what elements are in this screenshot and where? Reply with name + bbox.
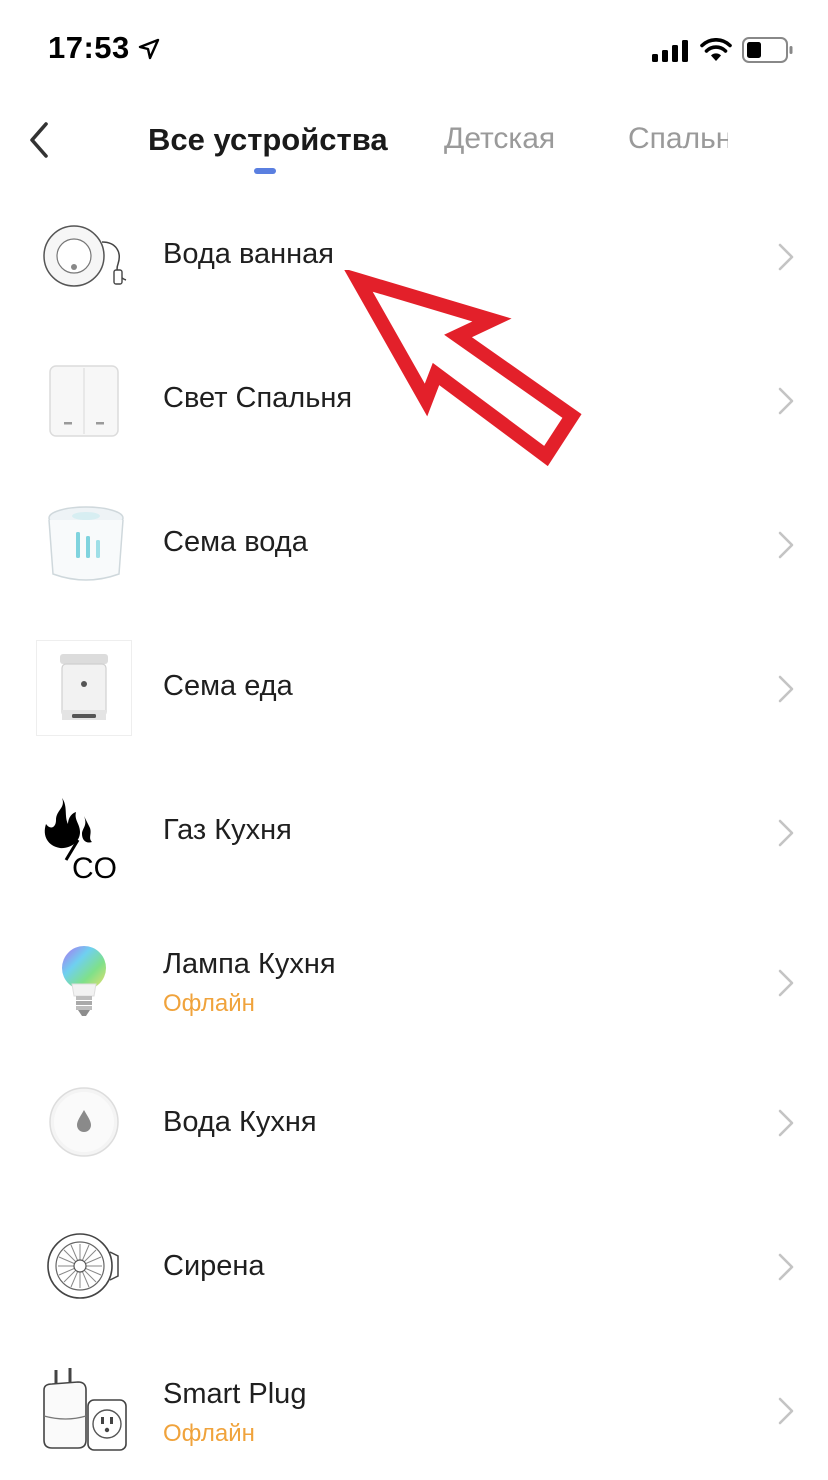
device-name: Вода ванная: [163, 238, 335, 270]
tab-all-devices[interactable]: Все устройства: [148, 122, 388, 158]
battery-icon: [742, 37, 793, 63]
list-item[interactable]: Сирена: [0, 1194, 828, 1354]
nav-bar: Все устройства Детская Спальн: [0, 100, 828, 180]
pet-water-fountain-icon: [48, 506, 124, 581]
chevron-right-icon: [778, 675, 794, 703]
chevron-right-icon: [778, 1397, 794, 1425]
list-item[interactable]: CO Газ Кухня: [0, 762, 828, 906]
status-time: 17:53: [48, 30, 130, 65]
device-name: Газ Кухня: [163, 814, 292, 846]
pet-feeder-icon: [36, 640, 132, 736]
cellular-signal-icon: [652, 40, 688, 62]
location-arrow-icon: [138, 38, 160, 60]
device-status-offline: Офлайн: [163, 990, 255, 1017]
list-item[interactable]: Smart Plug Офлайн: [0, 1338, 828, 1480]
list-item[interactable]: Лампа Кухня Офлайн: [0, 906, 828, 1070]
chevron-right-icon: [778, 1253, 794, 1281]
water-drop-sensor-icon: [49, 1087, 119, 1157]
device-name: Вода Кухня: [163, 1106, 317, 1138]
device-name: Сирена: [163, 1250, 265, 1282]
smart-plug-icon: [43, 1368, 127, 1451]
chevron-right-icon: [778, 1109, 794, 1137]
chevron-right-icon: [778, 387, 794, 415]
siren-icon: [47, 1233, 119, 1299]
status-bar: 17:53: [0, 0, 828, 100]
chevron-right-icon: [778, 243, 794, 271]
device-status-offline: Офлайн: [163, 1420, 255, 1447]
tab-kids-room[interactable]: Детская: [444, 122, 555, 156]
wall-switch-icon: [49, 365, 119, 437]
device-name: Сема еда: [163, 670, 293, 702]
active-tab-indicator: [254, 168, 276, 174]
chevron-right-icon: [778, 819, 794, 847]
annotation-arrow-icon: [344, 270, 582, 467]
water-leak-sensor-icon: [43, 225, 127, 287]
tab-bedroom[interactable]: Спальн: [628, 122, 728, 156]
list-item[interactable]: Вода Кухня: [0, 1050, 828, 1210]
back-chevron-icon[interactable]: [22, 118, 58, 162]
chevron-right-icon: [778, 969, 794, 997]
rgb-bulb-icon: [62, 946, 106, 1016]
room-tabs: Все устройства Детская Спальн: [146, 100, 728, 180]
device-name: Лампа Кухня: [163, 948, 336, 980]
list-item[interactable]: Сема еда: [0, 618, 828, 762]
device-name: Smart Plug: [163, 1378, 307, 1410]
chevron-right-icon: [778, 531, 794, 559]
device-name: Свет Спальня: [163, 382, 353, 414]
gas-co-detector-icon: CO: [44, 798, 117, 880]
svg-text:CO: CO: [72, 852, 117, 880]
device-name: Сема вода: [163, 526, 308, 558]
wifi-icon: [700, 38, 732, 61]
list-item[interactable]: Сема вода: [0, 474, 828, 618]
